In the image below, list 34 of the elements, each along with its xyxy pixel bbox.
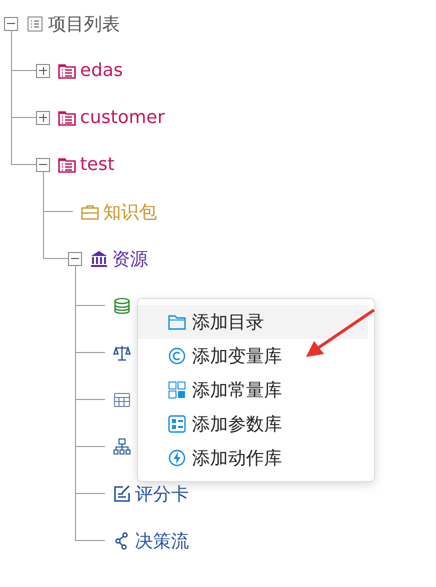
copyright-icon bbox=[168, 347, 186, 365]
tree-item-label[interactable]: customer bbox=[80, 107, 165, 128]
menu-item[interactable]: 添加动作库 bbox=[138, 441, 368, 475]
collapse-toggle[interactable] bbox=[68, 252, 82, 266]
menu-item[interactable]: 添加变量库 bbox=[138, 339, 368, 373]
expand-toggle[interactable] bbox=[36, 110, 50, 124]
collapse-toggle[interactable] bbox=[4, 16, 18, 30]
arrow-drawing bbox=[304, 308, 376, 360]
folder-list-icon bbox=[58, 156, 76, 174]
scales-icon bbox=[113, 344, 131, 362]
folder-list-icon bbox=[58, 62, 76, 80]
expand-toggle[interactable] bbox=[36, 64, 50, 78]
list-box-icon bbox=[168, 415, 186, 433]
edit-sheet-icon bbox=[113, 484, 131, 502]
menu-item[interactable]: 添加参数库 bbox=[138, 407, 368, 441]
tree-item-label[interactable]: 决策流 bbox=[135, 528, 189, 552]
tree-item-label[interactable]: 项目列表 bbox=[48, 12, 120, 36]
hierarchy-icon bbox=[113, 438, 131, 456]
tree-item-label[interactable]: edas bbox=[80, 60, 123, 81]
grid-icon bbox=[168, 381, 186, 399]
database-icon bbox=[113, 296, 131, 314]
briefcase-icon bbox=[81, 202, 99, 220]
collapse-toggle[interactable] bbox=[36, 158, 50, 172]
lightning-icon bbox=[168, 449, 186, 467]
folder-list-icon bbox=[58, 108, 76, 126]
menu-item[interactable]: 添加常量库 bbox=[138, 373, 368, 407]
table-icon bbox=[113, 390, 131, 408]
folder-icon bbox=[168, 313, 186, 331]
tree-item-label[interactable]: 评分卡 bbox=[135, 482, 189, 506]
tree-item-label[interactable]: 资源 bbox=[112, 246, 148, 270]
menu-item[interactable]: 添加目录 bbox=[138, 305, 368, 339]
list-icon bbox=[26, 14, 44, 32]
tree-item-label[interactable]: test bbox=[80, 154, 115, 175]
bank-icon bbox=[90, 250, 108, 268]
